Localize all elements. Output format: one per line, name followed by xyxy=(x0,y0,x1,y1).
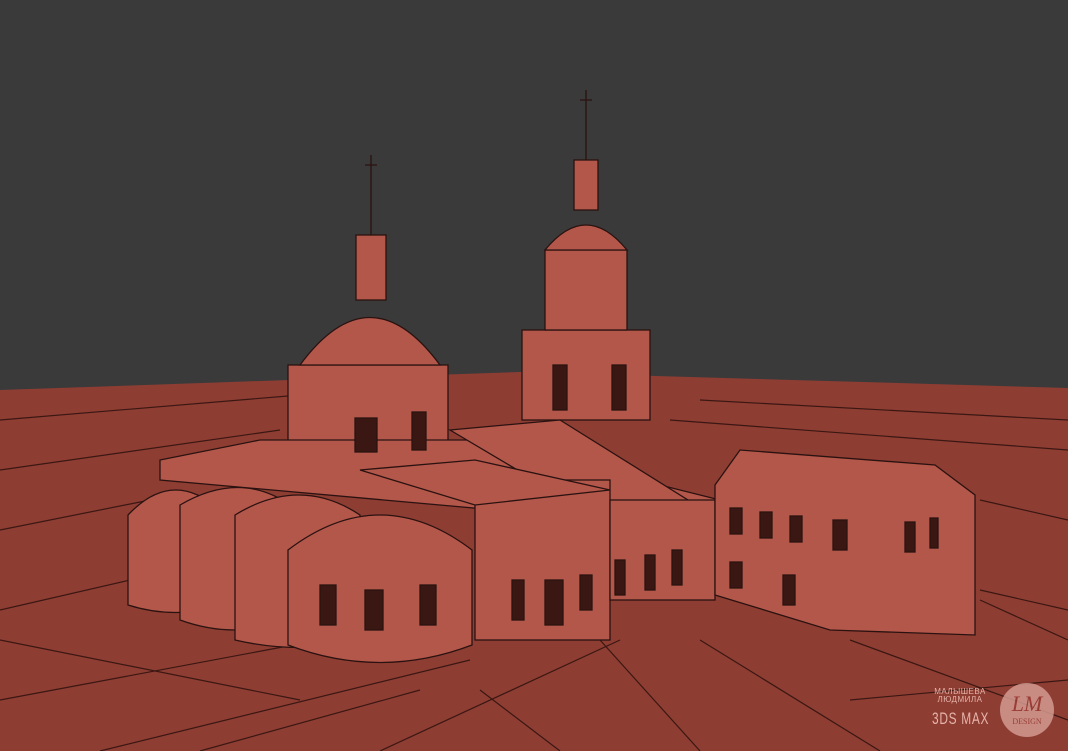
watermark-author: МАЛЫШЕВА ЛЮДМИЛА xyxy=(934,687,986,704)
render-viewport xyxy=(0,0,1068,751)
logo-text: DESIGN xyxy=(1012,717,1042,726)
watermark-software: 3DS MAX xyxy=(932,709,990,728)
logo-monogram: LM xyxy=(1011,691,1043,716)
lm-design-logo: LM DESIGN xyxy=(1000,683,1054,737)
